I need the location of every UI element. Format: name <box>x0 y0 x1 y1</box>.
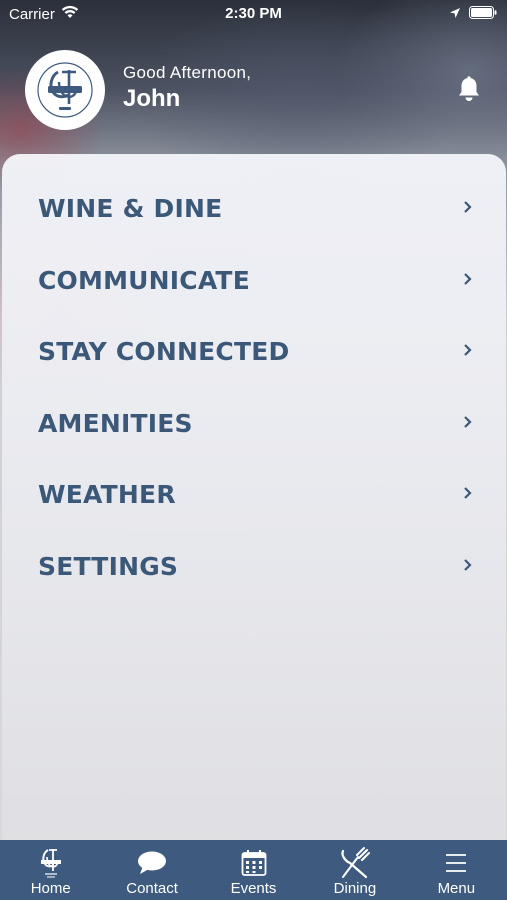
club-crest-icon <box>37 846 65 880</box>
menu-item-stay-connected[interactable]: STAY CONNECTED <box>38 329 478 373</box>
tab-label: Home <box>30 880 71 897</box>
hamburger-menu-icon <box>444 846 468 880</box>
tab-dining[interactable]: Dining <box>304 840 405 900</box>
tab-label: Menu <box>437 880 476 897</box>
chevron-right-icon <box>463 271 472 290</box>
tab-label: Dining <box>333 880 377 897</box>
menu-item-amenities[interactable]: AMENITIES <box>38 401 478 445</box>
menu-item-label: SETTINGS <box>38 551 179 581</box>
greeting-text: Good Afternoon, <box>123 63 252 82</box>
fork-knife-icon <box>339 846 371 880</box>
menu-item-settings[interactable]: SETTINGS <box>38 544 478 588</box>
tab-bar: Home Contact Events Dining Menu <box>0 840 507 900</box>
menu-item-label: STAY CONNECTED <box>38 336 290 366</box>
menu-item-wine-dine[interactable]: WINE & DINE <box>38 186 478 230</box>
menu-item-label: AMENITIES <box>38 408 193 438</box>
menu-item-label: WEATHER <box>38 479 176 509</box>
battery-icon <box>469 6 497 23</box>
bell-icon[interactable] <box>457 76 481 106</box>
club-crest-logo[interactable] <box>25 50 105 130</box>
crest-icon <box>37 62 93 118</box>
chevron-right-icon <box>463 485 472 504</box>
tab-menu[interactable]: Menu <box>406 840 507 900</box>
greeting: Good Afternoon, John <box>123 63 251 113</box>
menu-item-communicate[interactable]: COMMUNICATE <box>38 258 478 302</box>
menu-item-label: WINE & DINE <box>38 193 223 223</box>
chevron-right-icon <box>463 342 472 361</box>
chevron-right-icon <box>463 557 472 576</box>
header: Good Afternoon, John <box>0 45 507 135</box>
calendar-icon <box>241 846 267 880</box>
tab-contact[interactable]: Contact <box>101 840 202 900</box>
location-arrow-icon <box>449 6 461 23</box>
tab-label: Events <box>230 880 277 897</box>
status-bar: Carrier 2:30 PM <box>0 0 507 28</box>
chevron-right-icon <box>463 414 472 433</box>
tab-home[interactable]: Home <box>0 840 101 900</box>
status-indicators <box>449 6 497 23</box>
chat-bubble-icon <box>137 846 167 880</box>
user-name: John <box>123 85 181 112</box>
status-time: 2:30 PM <box>225 5 282 22</box>
menu-panel: WINE & DINE COMMUNICATE STAY CONNECTED A… <box>2 154 506 840</box>
tab-events[interactable]: Events <box>203 840 304 900</box>
chevron-right-icon <box>463 199 472 218</box>
menu-item-label: COMMUNICATE <box>38 265 250 295</box>
menu-item-weather[interactable]: WEATHER <box>38 472 478 516</box>
tab-label: Contact <box>126 880 178 897</box>
